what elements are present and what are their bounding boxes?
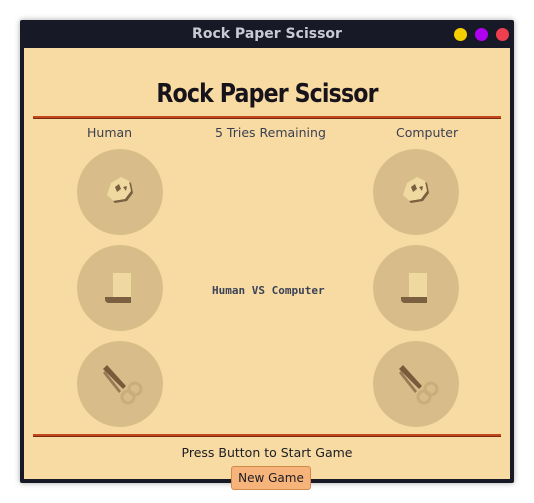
tries-remaining: 5 Tries Remaining bbox=[215, 125, 326, 140]
title-bar[interactable]: Rock Paper Scissor bbox=[20, 20, 514, 48]
rock-icon bbox=[107, 177, 133, 203]
computer-scissor bbox=[373, 341, 459, 427]
window-title: Rock Paper Scissor bbox=[192, 26, 342, 42]
human-rock-button[interactable] bbox=[77, 149, 163, 235]
page-title: Rock Paper Scissor bbox=[156, 79, 378, 109]
paper-icon bbox=[401, 273, 427, 303]
human-scissor-button[interactable] bbox=[77, 341, 163, 427]
maximize-button[interactable] bbox=[475, 28, 488, 41]
top-divider bbox=[33, 116, 501, 119]
new-game-button[interactable]: New Game bbox=[231, 466, 311, 490]
rock-icon bbox=[403, 177, 429, 203]
scissor-icon bbox=[103, 365, 143, 405]
computer-paper bbox=[373, 245, 459, 331]
human-paper-button[interactable] bbox=[77, 245, 163, 331]
computer-rock bbox=[373, 149, 459, 235]
minimize-button[interactable] bbox=[454, 28, 467, 41]
scissor-icon bbox=[399, 365, 439, 405]
computer-label: Computer bbox=[396, 125, 459, 140]
close-button[interactable] bbox=[496, 28, 509, 41]
human-label: Human bbox=[87, 125, 133, 140]
status-text: Press Button to Start Game bbox=[181, 445, 353, 460]
bottom-divider bbox=[33, 434, 501, 437]
paper-icon bbox=[105, 273, 131, 303]
game-panel: Rock Paper Scissor Human 5 Tries Remaini… bbox=[24, 48, 510, 490]
app-window: Rock Paper Scissor Rock Paper Scissor Hu… bbox=[20, 20, 514, 490]
versus-label: Human VS Computer bbox=[212, 284, 325, 297]
